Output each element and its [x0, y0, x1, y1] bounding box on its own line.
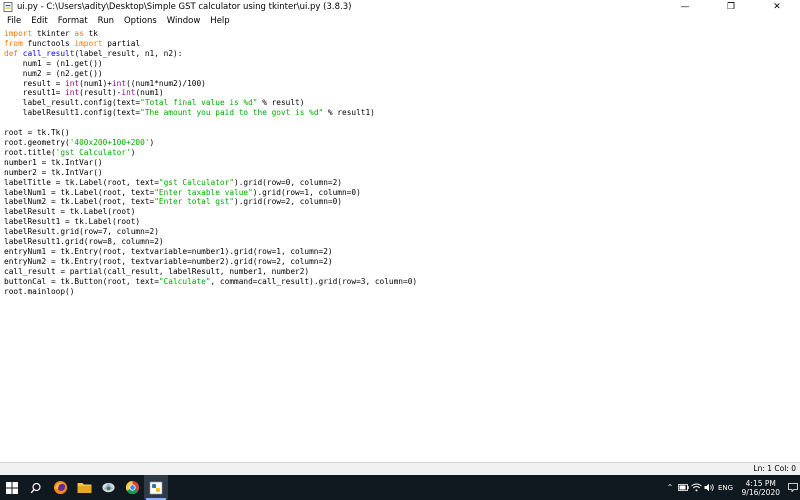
search-icon	[30, 482, 41, 493]
network-icon[interactable]	[690, 475, 703, 500]
folder-icon	[77, 483, 91, 493]
menu-file[interactable]: File	[2, 16, 26, 26]
clock-time: 4:15 PM	[745, 478, 776, 488]
python-file-icon	[3, 2, 13, 12]
menu-window[interactable]: Window	[162, 16, 206, 26]
idle-python-button[interactable]	[144, 475, 168, 500]
menu-edit[interactable]: Edit	[26, 16, 52, 26]
notification-icon[interactable]	[786, 483, 800, 492]
menu-help[interactable]: Help	[205, 16, 234, 26]
code-text[interactable]: import tkinter as tk from functools impo…	[4, 29, 800, 296]
volume-icon[interactable]	[703, 475, 716, 500]
battery-icon[interactable]	[677, 475, 690, 500]
file-explorer-button[interactable]	[72, 475, 96, 500]
system-tray: ⌃ ENG 4:15 PM 9/16/2020	[664, 475, 800, 500]
chrome-icon	[125, 480, 139, 495]
maximize-button[interactable]: ❐	[708, 0, 754, 14]
minimize-button[interactable]: —	[662, 0, 708, 14]
code-editor[interactable]: import tkinter as tk from functools impo…	[0, 28, 800, 462]
close-button[interactable]: ✕	[754, 0, 800, 14]
title-bar: ui.py - C:\Users\adity\Desktop\Simple GS…	[0, 0, 800, 14]
language-indicator[interactable]: ENG	[716, 475, 736, 500]
menu-format[interactable]: Format	[53, 16, 93, 26]
app-icon	[101, 482, 115, 493]
app-button[interactable]	[96, 475, 120, 500]
clock-date: 9/16/2020	[741, 487, 780, 497]
menu-options[interactable]: Options	[119, 16, 162, 26]
menu-bar: File Edit Format Run Options Window Help	[0, 14, 800, 28]
taskbar: ⌃ ENG 4:15 PM 9/16/2020	[0, 475, 800, 500]
clock[interactable]: 4:15 PM 9/16/2020	[736, 479, 786, 497]
firefox-button[interactable]	[48, 475, 72, 500]
menu-run[interactable]: Run	[93, 16, 119, 26]
chrome-button[interactable]	[120, 475, 144, 500]
firefox-icon	[53, 480, 67, 495]
status-bar: Ln: 1 Col: 0	[0, 462, 800, 475]
chevron-up-icon[interactable]: ⌃	[664, 475, 677, 500]
idle-python-icon	[149, 481, 163, 494]
search-button[interactable]	[24, 475, 48, 500]
start-button[interactable]	[0, 475, 24, 500]
window-title: ui.py - C:\Users\adity\Desktop\Simple GS…	[17, 2, 352, 12]
window-controls: — ❐ ✕	[662, 0, 800, 14]
cursor-position: Ln: 1 Col: 0	[753, 464, 796, 473]
windows-icon	[6, 481, 18, 494]
